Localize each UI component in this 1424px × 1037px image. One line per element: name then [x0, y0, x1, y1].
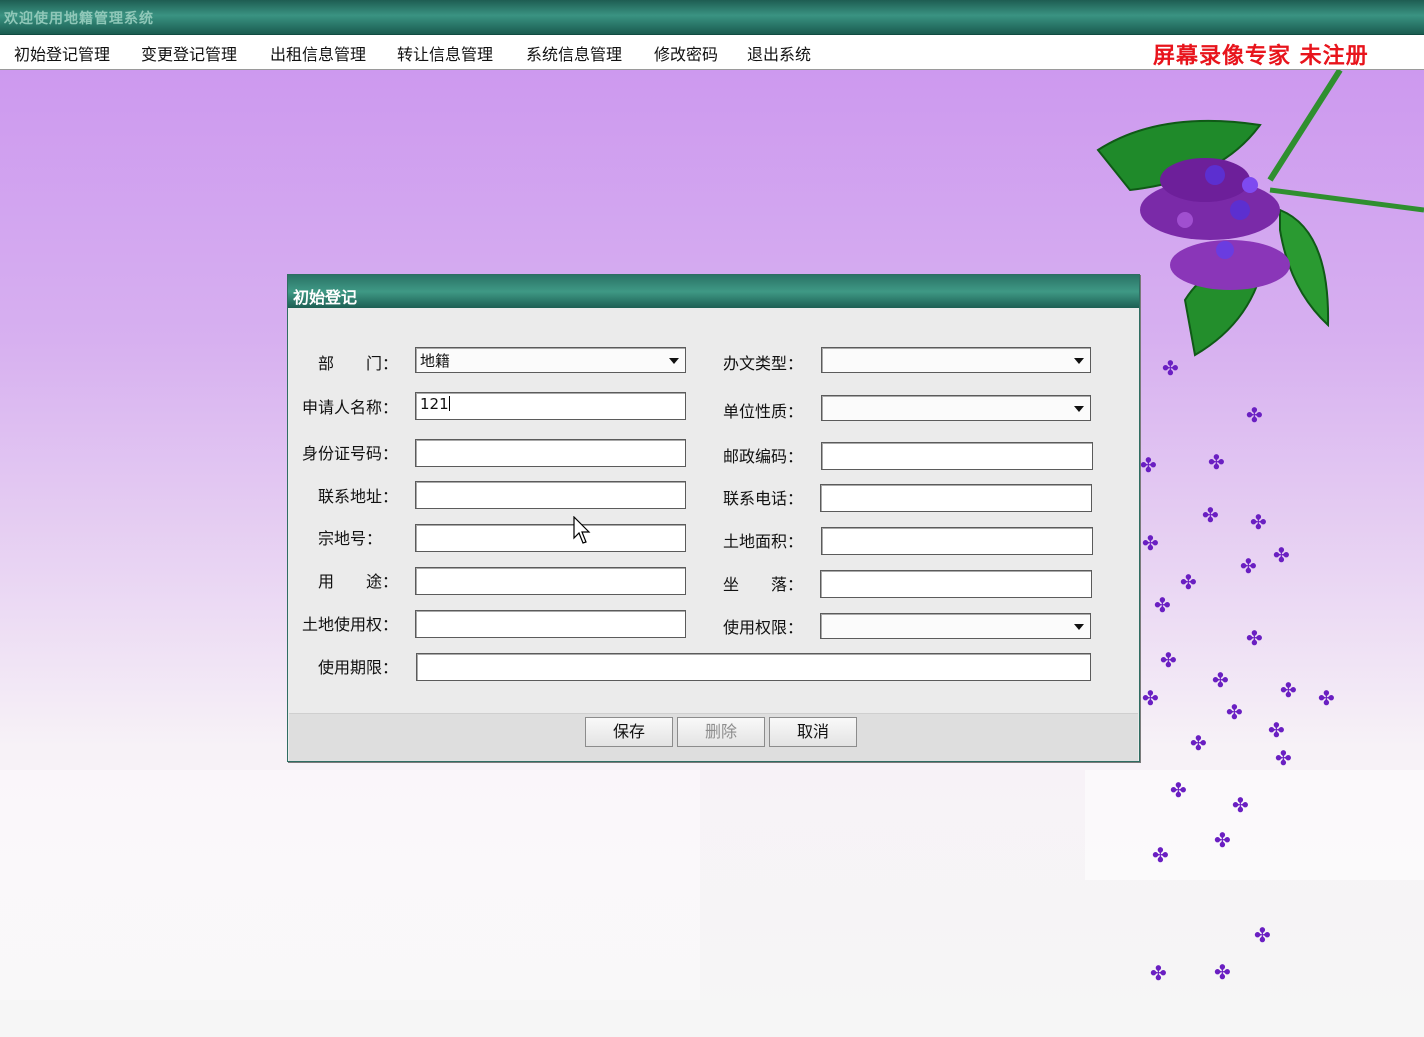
window-title: 欢迎使用地籍管理系统 [4, 11, 154, 27]
doc-type-select[interactable] [821, 347, 1091, 373]
dialog-title: 初始登记 [293, 288, 358, 307]
postal-code-label: 邮政编码： [723, 447, 804, 466]
address-label: 联系地址： [318, 487, 399, 506]
petal-decoration: ✤ [1280, 678, 1297, 702]
applicant-input[interactable]: 121 [415, 392, 686, 420]
use-period-input[interactable] [416, 653, 1091, 681]
applicant-label: 申请人名称： [302, 398, 399, 417]
menu-system-info[interactable]: 系统信息管理 [526, 41, 622, 65]
department-select[interactable]: 地籍 [415, 347, 686, 373]
lilac-flower-decoration [1096, 70, 1424, 357]
phone-input[interactable] [820, 484, 1092, 512]
id-number-input[interactable] [415, 439, 686, 467]
postal-code-input[interactable] [821, 442, 1093, 470]
land-use-right-label: 土地使用权： [302, 615, 399, 634]
doc-type-label: 办文类型： [723, 354, 804, 373]
id-number-label: 身份证号码： [302, 444, 399, 463]
location-label: 坐 落： [723, 575, 804, 594]
department-value: 地籍 [420, 352, 451, 370]
petal-decoration: ✤ [1202, 503, 1219, 527]
land-use-right-input[interactable] [415, 610, 686, 638]
window-titlebar: 欢迎使用地籍管理系统 [0, 0, 1424, 36]
use-period-label: 使用期限： [318, 658, 399, 677]
use-authority-select[interactable] [820, 613, 1091, 639]
petal-decoration: ✤ [1180, 570, 1197, 594]
dialog-header[interactable]: 初始登记 [288, 275, 1139, 308]
petal-decoration: ✤ [1150, 961, 1167, 985]
mouse-cursor-icon [573, 516, 591, 544]
location-input[interactable] [820, 570, 1092, 598]
petal-decoration: ✤ [1208, 450, 1225, 474]
land-area-label: 土地面积： [723, 532, 804, 551]
address-input[interactable] [415, 481, 686, 509]
petal-decoration: ✤ [1212, 668, 1229, 692]
petal-decoration: ✤ [1275, 746, 1292, 770]
petal-decoration: ✤ [1152, 843, 1169, 867]
delete-button[interactable]: 删除 [677, 717, 765, 747]
initial-registration-dialog: 初始登记 部 门： 申请人名称： 身份证号码： 联系地址： 宗地号： 用 途： … [287, 274, 1140, 762]
menu-change-password[interactable]: 修改密码 [654, 41, 718, 65]
usage-label: 用 途： [318, 572, 399, 591]
chevron-down-icon[interactable] [669, 358, 679, 364]
petal-decoration: ✤ [1318, 686, 1335, 710]
petal-decoration: ✤ [1250, 510, 1267, 534]
land-area-input[interactable] [821, 527, 1093, 555]
petal-decoration: ✤ [1214, 828, 1231, 852]
background-ghost-panel [1085, 770, 1424, 880]
cancel-button[interactable]: 取消 [769, 717, 857, 747]
background-ghost-panel [0, 770, 700, 1000]
menu-change-registration[interactable]: 变更登记管理 [141, 41, 237, 65]
petal-decoration: ✤ [1254, 923, 1271, 947]
petal-decoration: ✤ [1246, 403, 1263, 427]
petal-decoration: ✤ [1162, 356, 1179, 380]
chevron-down-icon[interactable] [1074, 358, 1084, 364]
petal-decoration: ✤ [1154, 593, 1171, 617]
petal-decoration: ✤ [1268, 718, 1285, 742]
chevron-down-icon[interactable] [1074, 406, 1084, 412]
petal-decoration: ✤ [1142, 686, 1159, 710]
menu-transfer-info[interactable]: 转让信息管理 [397, 41, 493, 65]
petal-decoration: ✤ [1160, 648, 1177, 672]
menu-rental-info[interactable]: 出租信息管理 [270, 41, 366, 65]
menu-exit-system[interactable]: 退出系统 [747, 41, 811, 65]
petal-decoration: ✤ [1240, 554, 1257, 578]
menu-bar: 初始登记管理 变更登记管理 出租信息管理 转让信息管理 系统信息管理 修改密码 … [0, 35, 1424, 70]
save-button[interactable]: 保存 [585, 717, 673, 747]
petal-decoration: ✤ [1142, 531, 1159, 555]
petal-decoration: ✤ [1226, 700, 1243, 724]
phone-label: 联系电话： [723, 489, 804, 508]
recorder-watermark: 屏幕录像专家 未注册 [1153, 43, 1369, 69]
chevron-down-icon[interactable] [1074, 624, 1084, 630]
unit-nature-select[interactable] [821, 395, 1091, 421]
parcel-no-input[interactable] [415, 524, 686, 552]
petal-decoration: ✤ [1190, 731, 1207, 755]
petal-decoration: ✤ [1273, 543, 1290, 567]
petal-decoration: ✤ [1140, 453, 1157, 477]
petal-decoration: ✤ [1232, 793, 1249, 817]
text-caret [448, 396, 450, 411]
menu-initial-registration[interactable]: 初始登记管理 [14, 41, 110, 65]
petal-decoration: ✤ [1246, 626, 1263, 650]
usage-input[interactable] [415, 567, 686, 595]
petal-decoration: ✤ [1214, 960, 1231, 984]
department-label: 部 门： [318, 354, 399, 373]
unit-nature-label: 单位性质： [723, 402, 804, 421]
use-authority-label: 使用权限： [723, 618, 804, 637]
applicant-value: 121 [420, 395, 449, 413]
petal-decoration: ✤ [1170, 778, 1187, 802]
parcel-no-label: 宗地号： [318, 529, 383, 548]
